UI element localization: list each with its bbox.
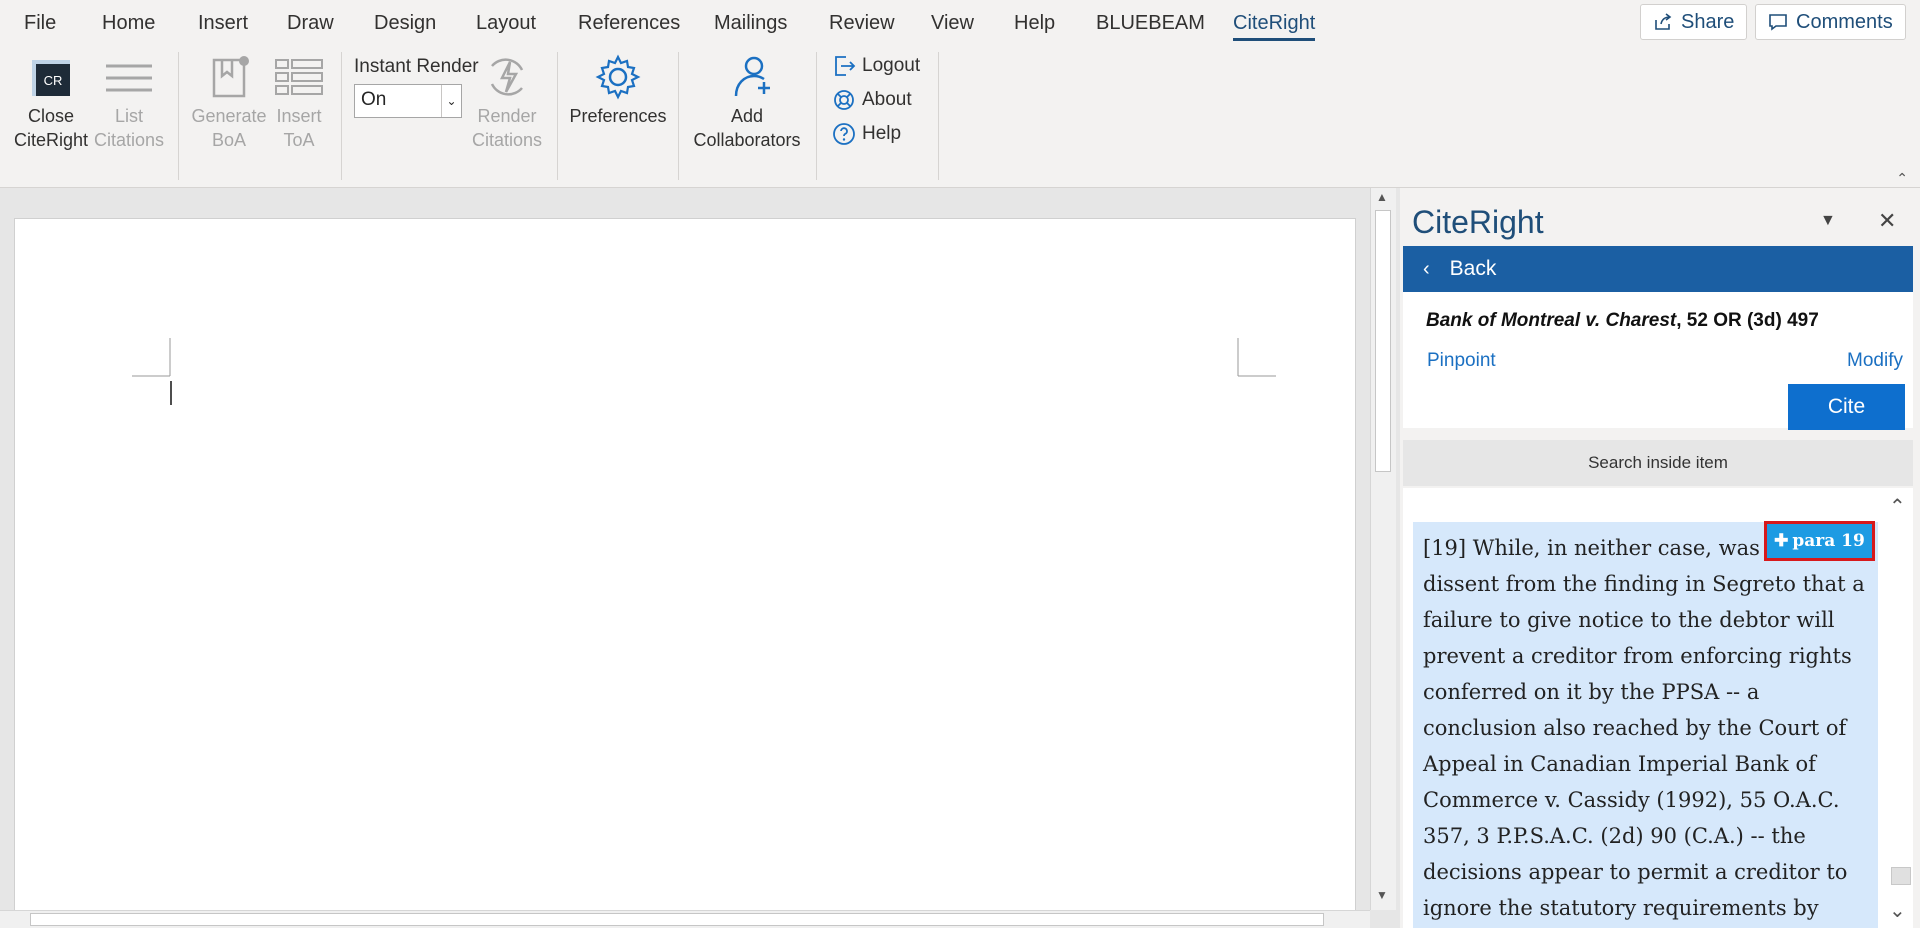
collapse-ribbon-icon[interactable]: ⌃ [1896, 170, 1908, 187]
share-icon [1655, 13, 1672, 30]
case-citation: Bank of Montreal v. Charest, 52 OR (3d) … [1426, 310, 1819, 332]
search-inside-item-button[interactable]: Search inside item [1403, 440, 1913, 486]
citeright-pane: CiteRight ▼ ✕ ‹ Back Bank of Montreal v.… [1400, 188, 1920, 928]
tab-design[interactable]: Design [374, 12, 436, 35]
comment-icon [1769, 14, 1787, 31]
document-page[interactable] [14, 218, 1356, 928]
tab-insert[interactable]: Insert [198, 12, 248, 35]
about-button[interactable]: About [832, 88, 912, 112]
content-scroll-down-icon[interactable]: ⌄ [1889, 898, 1906, 923]
tab-bluebeam[interactable]: BLUEBEAM [1096, 12, 1205, 35]
help-icon [833, 123, 855, 145]
generate-boa-label: Generate BoA [191, 106, 267, 150]
document-vertical-scrollbar[interactable]: ▲ ▼ [1370, 188, 1396, 910]
citeright-logo-icon: CR [32, 60, 70, 96]
pinpoint-link[interactable]: Pinpoint [1427, 350, 1496, 372]
content-scroll-thumb[interactable] [1891, 867, 1911, 885]
tab-review[interactable]: Review [829, 12, 895, 35]
share-button[interactable]: Share [1640, 4, 1748, 40]
ribbon-separator [178, 52, 179, 180]
insert-toa-button[interactable]: Insert ToA [266, 54, 332, 152]
tab-citeright[interactable]: CiteRight [1233, 12, 1316, 41]
citation-card: Bank of Montreal v. Charest, 52 OR (3d) … [1403, 292, 1913, 430]
modify-link[interactable]: Modify [1847, 350, 1903, 372]
preferences-button[interactable]: Preferences [568, 54, 668, 128]
pane-options-icon[interactable]: ▼ [1820, 212, 1836, 230]
instant-render-select[interactable]: On ⌄ [354, 84, 462, 118]
scroll-up-icon[interactable]: ▲ [1376, 190, 1388, 204]
ribbon-separator [816, 52, 817, 180]
list-citations-label: List Citations [94, 106, 165, 150]
close-citeright-label: Close CiteRight [13, 106, 89, 150]
lifebuoy-icon [834, 90, 854, 110]
ribbon-separator [678, 52, 679, 180]
gear-icon [595, 54, 641, 100]
about-label: About [862, 89, 912, 110]
case-cite: , 52 OR (3d) 497 [1676, 310, 1819, 331]
instant-render-value: On [361, 89, 387, 110]
tab-references[interactable]: References [578, 12, 680, 35]
case-name: Bank of Montreal v. Charest [1426, 310, 1677, 331]
share-label: Share [1681, 10, 1735, 33]
comments-label: Comments [1796, 10, 1893, 33]
document-area [0, 188, 1370, 928]
tab-draw[interactable]: Draw [287, 12, 334, 35]
close-citeright-button[interactable]: CR Close CiteRight [10, 54, 92, 152]
tab-file[interactable]: File [24, 12, 56, 35]
list-icon [106, 64, 152, 92]
ribbon: CR Close CiteRight List Citations Genera… [0, 46, 1920, 188]
scroll-down-icon[interactable]: ▼ [1376, 888, 1388, 902]
plus-icon: ✚ [1774, 531, 1789, 551]
help-label: Help [862, 123, 902, 144]
ribbon-separator [557, 52, 558, 180]
add-pinpoint-para-button[interactable]: ✚ para 19 [1764, 521, 1875, 561]
close-icon[interactable]: ✕ [1878, 208, 1896, 234]
back-label: Back [1449, 257, 1497, 280]
scroll-thumb[interactable] [1375, 210, 1391, 472]
instant-render-label: Instant Render [354, 56, 479, 77]
list-citations-button[interactable]: List Citations [94, 54, 164, 152]
comments-button[interactable]: Comments [1755, 4, 1906, 40]
preferences-label: Preferences [569, 106, 667, 126]
chevron-left-icon: ‹ [1423, 257, 1430, 280]
para-button-label: para 19 [1792, 531, 1865, 551]
cite-button[interactable]: Cite [1788, 384, 1905, 430]
content-scroll-up-icon[interactable]: ⌃ [1889, 494, 1906, 519]
ribbon-separator [341, 52, 342, 180]
logout-icon [835, 56, 856, 76]
back-button[interactable]: ‹ Back [1403, 246, 1913, 292]
tab-home[interactable]: Home [102, 12, 155, 35]
tab-mailings[interactable]: Mailings [714, 12, 787, 35]
logout-button[interactable]: Logout [832, 54, 920, 78]
chevron-down-icon: ⌄ [441, 85, 461, 117]
add-collaborators-label: Add Collaborators [693, 106, 801, 150]
render-citations-button[interactable]: Render Citations [470, 54, 544, 152]
document-horizontal-scrollbar[interactable] [0, 910, 1370, 928]
ribbon-separator [938, 52, 939, 180]
item-content: [19] While, in neither case, was there a… [1403, 488, 1913, 928]
tab-help[interactable]: Help [1014, 12, 1055, 35]
tab-layout[interactable]: Layout [476, 12, 536, 35]
logout-label: Logout [862, 55, 921, 76]
scroll-thumb[interactable] [30, 913, 1324, 926]
generate-boa-button[interactable]: Generate BoA [188, 54, 270, 152]
svg-text:CR: CR [44, 73, 63, 88]
add-user-icon [734, 56, 770, 97]
menu-bar: File Home Insert Draw Design Layout Refe… [0, 0, 1920, 46]
book-icon [212, 56, 249, 98]
table-of-authorities-icon [275, 59, 323, 95]
paragraph-19[interactable]: [19] While, in neither case, was there a… [1413, 522, 1878, 928]
add-collaborators-button[interactable]: Add Collaborators [688, 54, 806, 152]
lightning-refresh-icon [490, 58, 524, 96]
pane-title: CiteRight [1412, 204, 1544, 240]
render-citations-label: Render Citations [471, 106, 543, 150]
tab-view[interactable]: View [931, 12, 974, 35]
help-button[interactable]: Help [832, 122, 901, 146]
margin-marks [132, 338, 1276, 405]
insert-toa-label: Insert ToA [276, 106, 322, 150]
